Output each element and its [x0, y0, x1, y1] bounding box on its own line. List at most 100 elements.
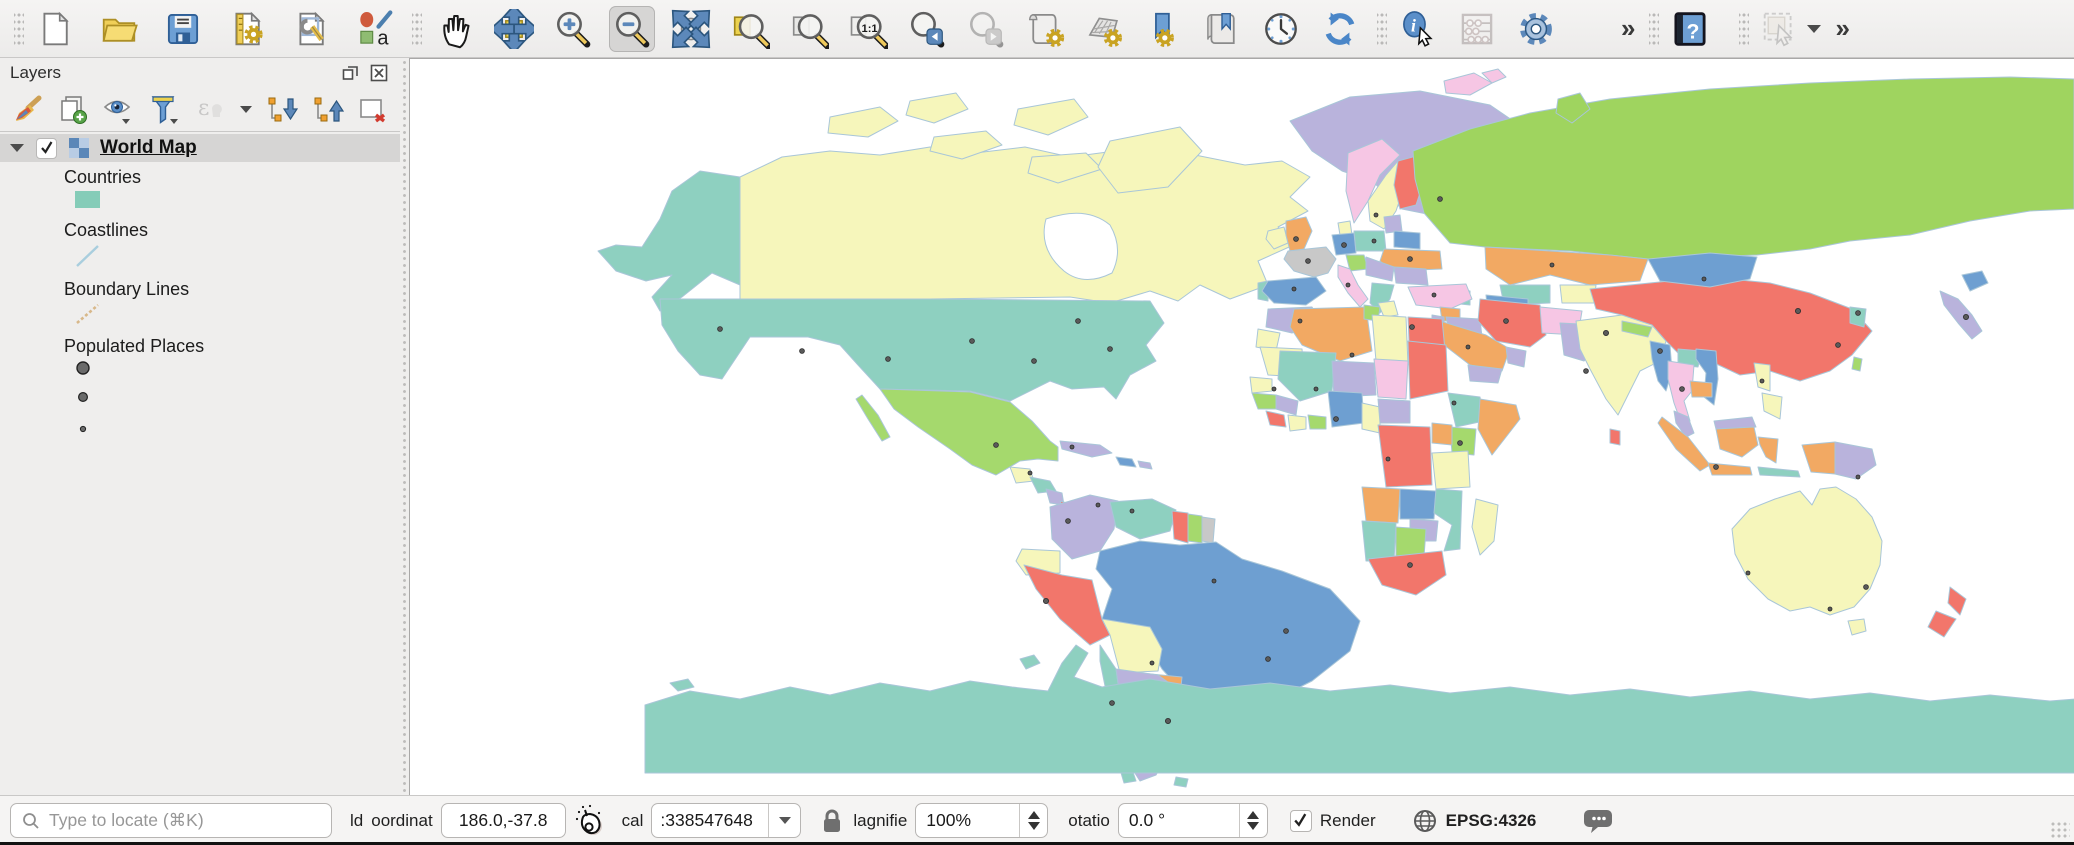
locator-search-input[interactable]: Type to locate (⌘K) [10, 803, 332, 838]
zoom-to-layer-button[interactable] [786, 6, 832, 52]
rotation-steppers[interactable] [1239, 804, 1267, 837]
toolbar-overflow-button[interactable]: » [1831, 13, 1851, 44]
new-map-view-button[interactable] [1022, 6, 1068, 52]
chevron-down-icon [240, 106, 252, 113]
scale-dropdown-button[interactable] [768, 804, 800, 837]
select-features-button[interactable] [1757, 6, 1803, 52]
filter-by-expression-button[interactable]: ε [192, 92, 229, 128]
layers-panel-toolbar: ε [0, 88, 400, 132]
coordinate-input[interactable]: 186.0,-37.8 [441, 803, 566, 838]
layers-panel-titlebar[interactable]: Layers [0, 58, 400, 88]
messages-button[interactable] [1584, 808, 1614, 834]
layer-item-boundary-lines[interactable]: Boundary Lines [64, 279, 400, 300]
pan-map-button[interactable] [432, 6, 478, 52]
temporal-controller-button[interactable] [1258, 6, 1304, 52]
coordinate-label-fragment: ld [350, 811, 363, 831]
open-layer-styling-button[interactable] [8, 92, 45, 128]
expand-all-icon [264, 93, 298, 127]
style-manager-button[interactable]: a [352, 6, 398, 52]
refresh-icon [1320, 9, 1360, 49]
panel-close-button[interactable] [368, 62, 390, 84]
identify-icon: i [1398, 9, 1438, 49]
magnifier-spinbox[interactable]: 100% [915, 803, 1048, 838]
show-layout-manager-button[interactable] [288, 6, 334, 52]
zoom-in-icon [553, 9, 593, 49]
layer-item-populated-places[interactable]: Populated Places [64, 336, 400, 357]
search-icon [21, 811, 41, 831]
check-icon [39, 140, 55, 156]
expand-all-button[interactable] [263, 92, 300, 128]
new-map-view-icon [1025, 9, 1065, 49]
chevron-down-icon [779, 817, 791, 824]
locator-placeholder: Type to locate (⌘K) [49, 810, 204, 831]
populated-places-symbol-medium [74, 390, 400, 409]
scale-combo[interactable]: :338547648 [651, 803, 801, 838]
save-project-button[interactable] [160, 6, 206, 52]
clock-icon [1261, 9, 1301, 49]
toolbar-drag-handle[interactable] [1739, 12, 1749, 46]
magnifier-steppers[interactable] [1019, 804, 1047, 837]
zoom-in-button[interactable] [550, 6, 596, 52]
zoom-to-selection-button[interactable] [727, 6, 773, 52]
globe-icon [1412, 808, 1438, 834]
pan-to-selection-button[interactable] [491, 6, 537, 52]
group-icon [67, 136, 91, 160]
zoom-next-button[interactable] [963, 6, 1009, 52]
filter-expression-dropdown[interactable] [238, 87, 254, 133]
collapse-all-button[interactable] [309, 92, 346, 128]
select-rectangle-icon [1760, 9, 1800, 49]
show-bookmarks-icon [1202, 9, 1242, 49]
manage-map-themes-button[interactable] [100, 92, 137, 128]
add-group-button[interactable] [54, 92, 91, 128]
toolbar-drag-handle[interactable] [412, 12, 422, 46]
help-button[interactable]: ? [1667, 6, 1713, 52]
zoom-next-icon [966, 9, 1006, 49]
scale-value: :338547648 [660, 810, 752, 831]
crs-button[interactable] [1412, 808, 1438, 834]
populated-places-symbol-large [74, 359, 400, 382]
qgis-window: a [0, 0, 2074, 845]
expand-caret-icon[interactable] [10, 144, 24, 152]
panel-float-button[interactable] [340, 62, 362, 84]
layer-visibility-checkbox[interactable] [36, 138, 57, 159]
countries-fill-swatch [74, 190, 400, 215]
toggle-extents-mouse-button[interactable] [574, 804, 606, 838]
select-features-dropdown[interactable] [1803, 6, 1825, 52]
zoom-out-button[interactable] [609, 6, 655, 52]
step-down-icon [1247, 822, 1259, 830]
toolbar-drag-handle[interactable] [14, 12, 24, 46]
layer-item-coastlines[interactable]: Coastlines [64, 220, 400, 241]
show-spatial-bookmarks-button[interactable] [1199, 6, 1245, 52]
rotation-spinbox[interactable]: 0.0 ° [1118, 803, 1268, 838]
remove-layer-button[interactable] [355, 92, 392, 128]
window-resize-grip[interactable] [2050, 821, 2070, 839]
layer-group-label: World Map [100, 137, 197, 159]
identify-features-button[interactable]: i [1395, 6, 1441, 52]
zoom-last-button[interactable] [904, 6, 950, 52]
coordinate-value: 186.0,-37.8 [459, 810, 548, 831]
step-down-icon [1028, 822, 1040, 830]
render-checkbox[interactable] [1290, 810, 1312, 832]
new-3d-map-view-button[interactable] [1081, 6, 1127, 52]
map-canvas[interactable] [409, 58, 2074, 795]
layer-group-row[interactable]: World Map [0, 134, 400, 162]
new-spatial-bookmark-button[interactable] [1140, 6, 1186, 52]
new-project-button[interactable] [32, 6, 78, 52]
toolbar-drag-handle[interactable] [1377, 12, 1387, 46]
layer-item-countries[interactable]: Countries [64, 167, 400, 188]
zoom-native-resolution-button[interactable]: 1:1 [845, 6, 891, 52]
check-icon [1292, 812, 1309, 829]
magnifier-value: 100% [926, 810, 971, 831]
toolbar-overflow-button[interactable]: » [1617, 13, 1637, 44]
options-button[interactable] [1513, 6, 1559, 52]
open-project-button[interactable] [96, 6, 142, 52]
toolbar-drag-handle[interactable] [1649, 12, 1659, 46]
statistical-summary-button[interactable] [1454, 6, 1500, 52]
zoom-full-extent-button[interactable] [668, 6, 714, 52]
panel-splitter[interactable] [400, 58, 409, 795]
lock-scale-button[interactable] [819, 807, 845, 835]
filter-legend-button[interactable] [146, 92, 183, 128]
new-print-layout-button[interactable] [224, 6, 270, 52]
refresh-button[interactable] [1317, 6, 1363, 52]
filter-funnel-icon [148, 93, 182, 127]
